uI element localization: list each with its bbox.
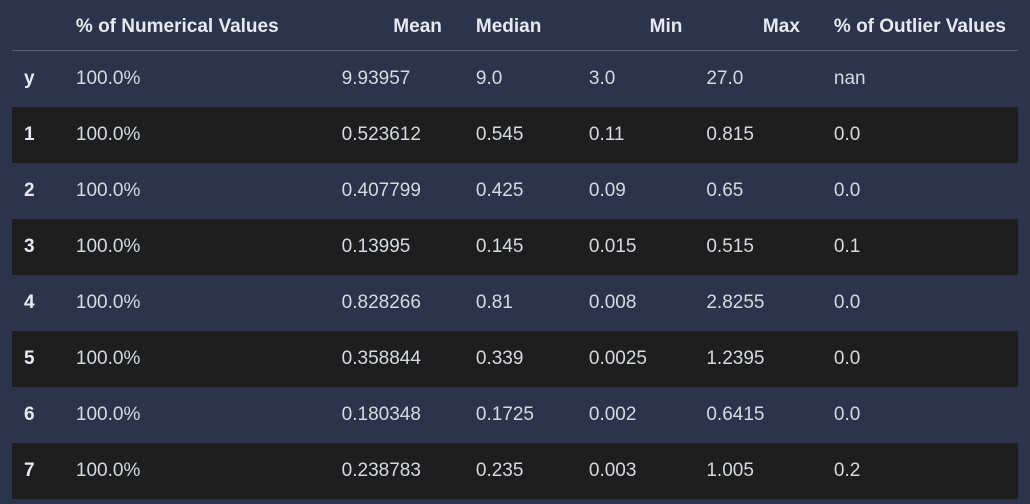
table-row: y 100.0% 9.93957 9.0 3.0 27.0 nan bbox=[12, 51, 1018, 107]
table-row: 3 100.0% 0.13995 0.145 0.015 0.515 0.1 bbox=[12, 219, 1018, 275]
cell-mean: 0.523612 bbox=[330, 107, 454, 163]
cell-outliers: 0.0 bbox=[812, 331, 1018, 387]
cell-median: 0.339 bbox=[454, 331, 577, 387]
cell-pct: 100.0% bbox=[64, 387, 330, 443]
cell-pct: 100.0% bbox=[64, 163, 330, 219]
cell-outliers: 0.0 bbox=[812, 107, 1018, 163]
table-row: 7 100.0% 0.238783 0.235 0.003 1.005 0.2 bbox=[12, 443, 1018, 499]
table-header-row: % of Numerical Values Mean Median Min Ma… bbox=[12, 6, 1018, 51]
cell-pct: 100.0% bbox=[64, 51, 330, 107]
cell-pct: 100.0% bbox=[64, 275, 330, 331]
col-header-pct: % of Numerical Values bbox=[64, 6, 330, 51]
cell-max: 0.6415 bbox=[694, 387, 812, 443]
row-label: 1 bbox=[12, 107, 64, 163]
cell-max: 27.0 bbox=[694, 51, 812, 107]
row-label: 7 bbox=[12, 443, 64, 499]
cell-outliers: 0.2 bbox=[812, 443, 1018, 499]
col-header-median: Median bbox=[454, 6, 577, 51]
row-label: 2 bbox=[12, 163, 64, 219]
col-header-outliers: % of Outlier Values bbox=[812, 6, 1018, 51]
cell-min: 0.0025 bbox=[577, 331, 694, 387]
cell-max: 0.815 bbox=[694, 107, 812, 163]
cell-mean: 0.13995 bbox=[330, 219, 454, 275]
col-header-mean: Mean bbox=[330, 6, 454, 51]
cell-mean: 9.93957 bbox=[330, 51, 454, 107]
row-label: 4 bbox=[12, 275, 64, 331]
cell-max: 2.8255 bbox=[694, 275, 812, 331]
cell-min: 0.11 bbox=[577, 107, 694, 163]
cell-max: 0.65 bbox=[694, 163, 812, 219]
cell-median: 0.235 bbox=[454, 443, 577, 499]
cell-min: 0.003 bbox=[577, 443, 694, 499]
col-header-index bbox=[12, 6, 64, 51]
col-header-min: Min bbox=[577, 6, 694, 51]
cell-max: 1.005 bbox=[694, 443, 812, 499]
cell-mean: 0.828266 bbox=[330, 275, 454, 331]
cell-max: 1.2395 bbox=[694, 331, 812, 387]
row-label: y bbox=[12, 51, 64, 107]
cell-min: 0.008 bbox=[577, 275, 694, 331]
cell-outliers: 0.0 bbox=[812, 163, 1018, 219]
cell-mean: 0.407799 bbox=[330, 163, 454, 219]
cell-pct: 100.0% bbox=[64, 331, 330, 387]
row-label: 6 bbox=[12, 387, 64, 443]
cell-outliers: 0.1 bbox=[812, 219, 1018, 275]
cell-min: 0.09 bbox=[577, 163, 694, 219]
table-row: 5 100.0% 0.358844 0.339 0.0025 1.2395 0.… bbox=[12, 331, 1018, 387]
stats-table: % of Numerical Values Mean Median Min Ma… bbox=[12, 6, 1018, 499]
cell-median: 0.425 bbox=[454, 163, 577, 219]
table-row: 1 100.0% 0.523612 0.545 0.11 0.815 0.0 bbox=[12, 107, 1018, 163]
cell-median: 9.0 bbox=[454, 51, 577, 107]
col-header-max: Max bbox=[694, 6, 812, 51]
cell-min: 0.002 bbox=[577, 387, 694, 443]
table-row: 4 100.0% 0.828266 0.81 0.008 2.8255 0.0 bbox=[12, 275, 1018, 331]
cell-median: 0.81 bbox=[454, 275, 577, 331]
cell-pct: 100.0% bbox=[64, 443, 330, 499]
cell-median: 0.545 bbox=[454, 107, 577, 163]
cell-outliers: 0.0 bbox=[812, 275, 1018, 331]
table-row: 2 100.0% 0.407799 0.425 0.09 0.65 0.0 bbox=[12, 163, 1018, 219]
cell-median: 0.145 bbox=[454, 219, 577, 275]
cell-mean: 0.238783 bbox=[330, 443, 454, 499]
cell-mean: 0.180348 bbox=[330, 387, 454, 443]
cell-pct: 100.0% bbox=[64, 107, 330, 163]
cell-median: 0.1725 bbox=[454, 387, 577, 443]
cell-max: 0.515 bbox=[694, 219, 812, 275]
cell-min: 3.0 bbox=[577, 51, 694, 107]
cell-min: 0.015 bbox=[577, 219, 694, 275]
row-label: 5 bbox=[12, 331, 64, 387]
cell-pct: 100.0% bbox=[64, 219, 330, 275]
cell-mean: 0.358844 bbox=[330, 331, 454, 387]
cell-outliers: nan bbox=[812, 51, 1018, 107]
row-label: 3 bbox=[12, 219, 64, 275]
table-row: 6 100.0% 0.180348 0.1725 0.002 0.6415 0.… bbox=[12, 387, 1018, 443]
cell-outliers: 0.0 bbox=[812, 387, 1018, 443]
